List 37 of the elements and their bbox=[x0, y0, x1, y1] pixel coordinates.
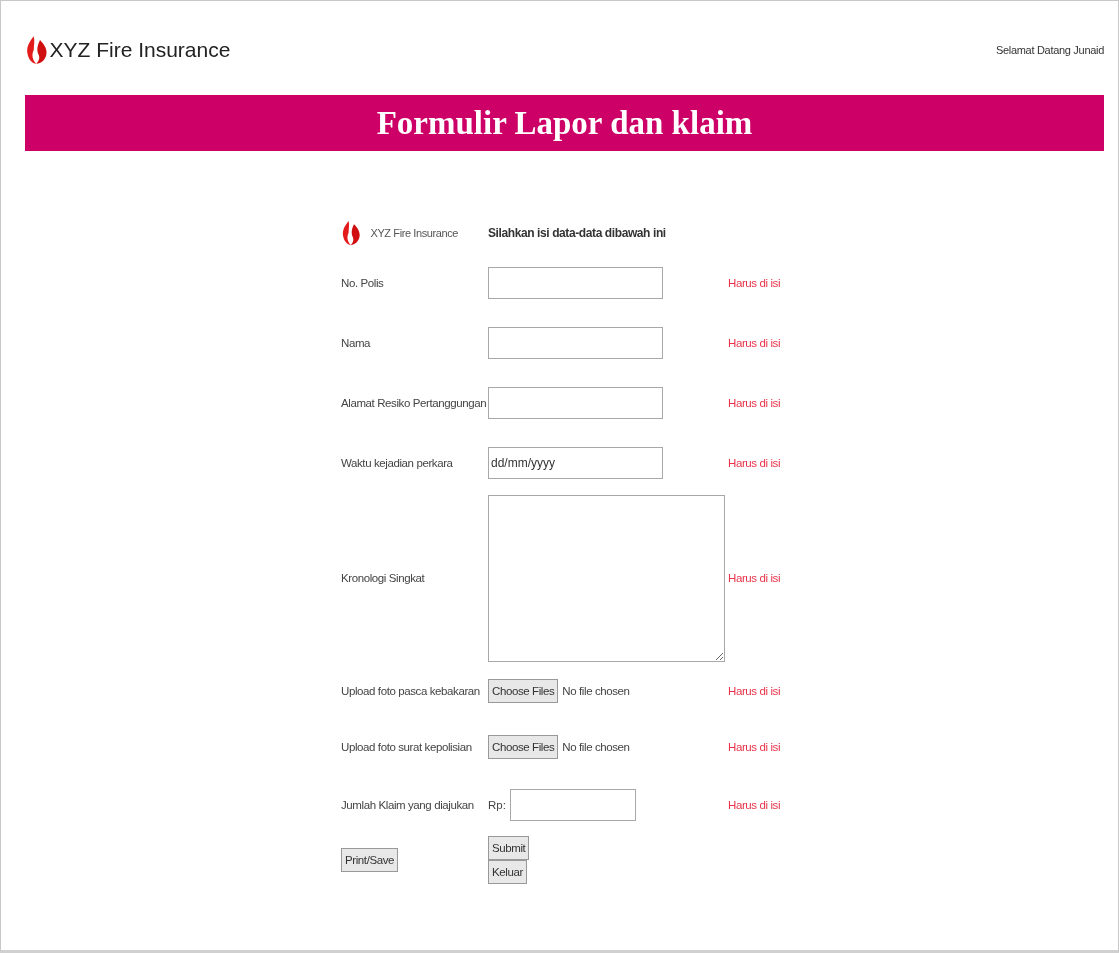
choose-files-button[interactable]: Choose Files bbox=[488, 735, 559, 759]
amount-field[interactable] bbox=[509, 789, 636, 821]
required-note: Harus di isi bbox=[728, 276, 782, 291]
required-note: Harus di isi bbox=[728, 396, 782, 411]
page-title: Formulir Lapor dan klaim bbox=[376, 104, 753, 142]
required-note: Harus di isi bbox=[728, 798, 782, 813]
file-status: No file chosen bbox=[562, 741, 630, 753]
text-field[interactable] bbox=[488, 327, 663, 359]
field-label: Upload foto pasca kebakaran bbox=[341, 684, 481, 699]
field-label: Waktu kejadian perkara bbox=[341, 456, 454, 471]
field-label: No. Polis bbox=[341, 276, 385, 291]
required-note: Harus di isi bbox=[728, 571, 782, 586]
brand-name: XYZ Fire Insurance bbox=[49, 38, 231, 62]
file-status: No file chosen bbox=[562, 685, 630, 697]
field-label: Nama bbox=[341, 336, 372, 351]
date-field[interactable]: dd/mm/yyyy bbox=[488, 447, 663, 479]
text-area[interactable] bbox=[488, 494, 725, 662]
choose-files-button[interactable]: Choose Files bbox=[488, 679, 559, 703]
required-note: Harus di isi bbox=[728, 740, 782, 755]
submit-button[interactable]: Submit bbox=[488, 836, 530, 860]
form-instruction: Silahkan isi data-data dibawah ini bbox=[488, 226, 666, 240]
required-note: Harus di isi bbox=[728, 456, 782, 471]
field-label: Kronologi Singkat bbox=[341, 571, 426, 586]
form-brand: XYZ Fire Insurance bbox=[370, 227, 459, 239]
flame-logo-icon bbox=[341, 220, 361, 246]
required-note: Harus di isi bbox=[728, 684, 782, 699]
currency-prefix: Rp: bbox=[488, 799, 506, 811]
text-field[interactable] bbox=[488, 267, 663, 299]
field-label: Jumlah Klaim yang diajukan bbox=[341, 798, 475, 813]
required-note: Harus di isi bbox=[728, 336, 782, 351]
text-field[interactable] bbox=[488, 387, 663, 419]
exit-button[interactable]: Keluar bbox=[488, 860, 527, 884]
field-label: Upload foto surat kepolisian bbox=[341, 740, 473, 755]
greeting: Selamat Datang Junaid bbox=[995, 44, 1104, 56]
print-save-button[interactable]: Print/Save bbox=[341, 848, 399, 872]
field-label: Alamat Resiko Pertanggungan bbox=[341, 396, 488, 411]
flame-logo-icon bbox=[25, 35, 48, 65]
